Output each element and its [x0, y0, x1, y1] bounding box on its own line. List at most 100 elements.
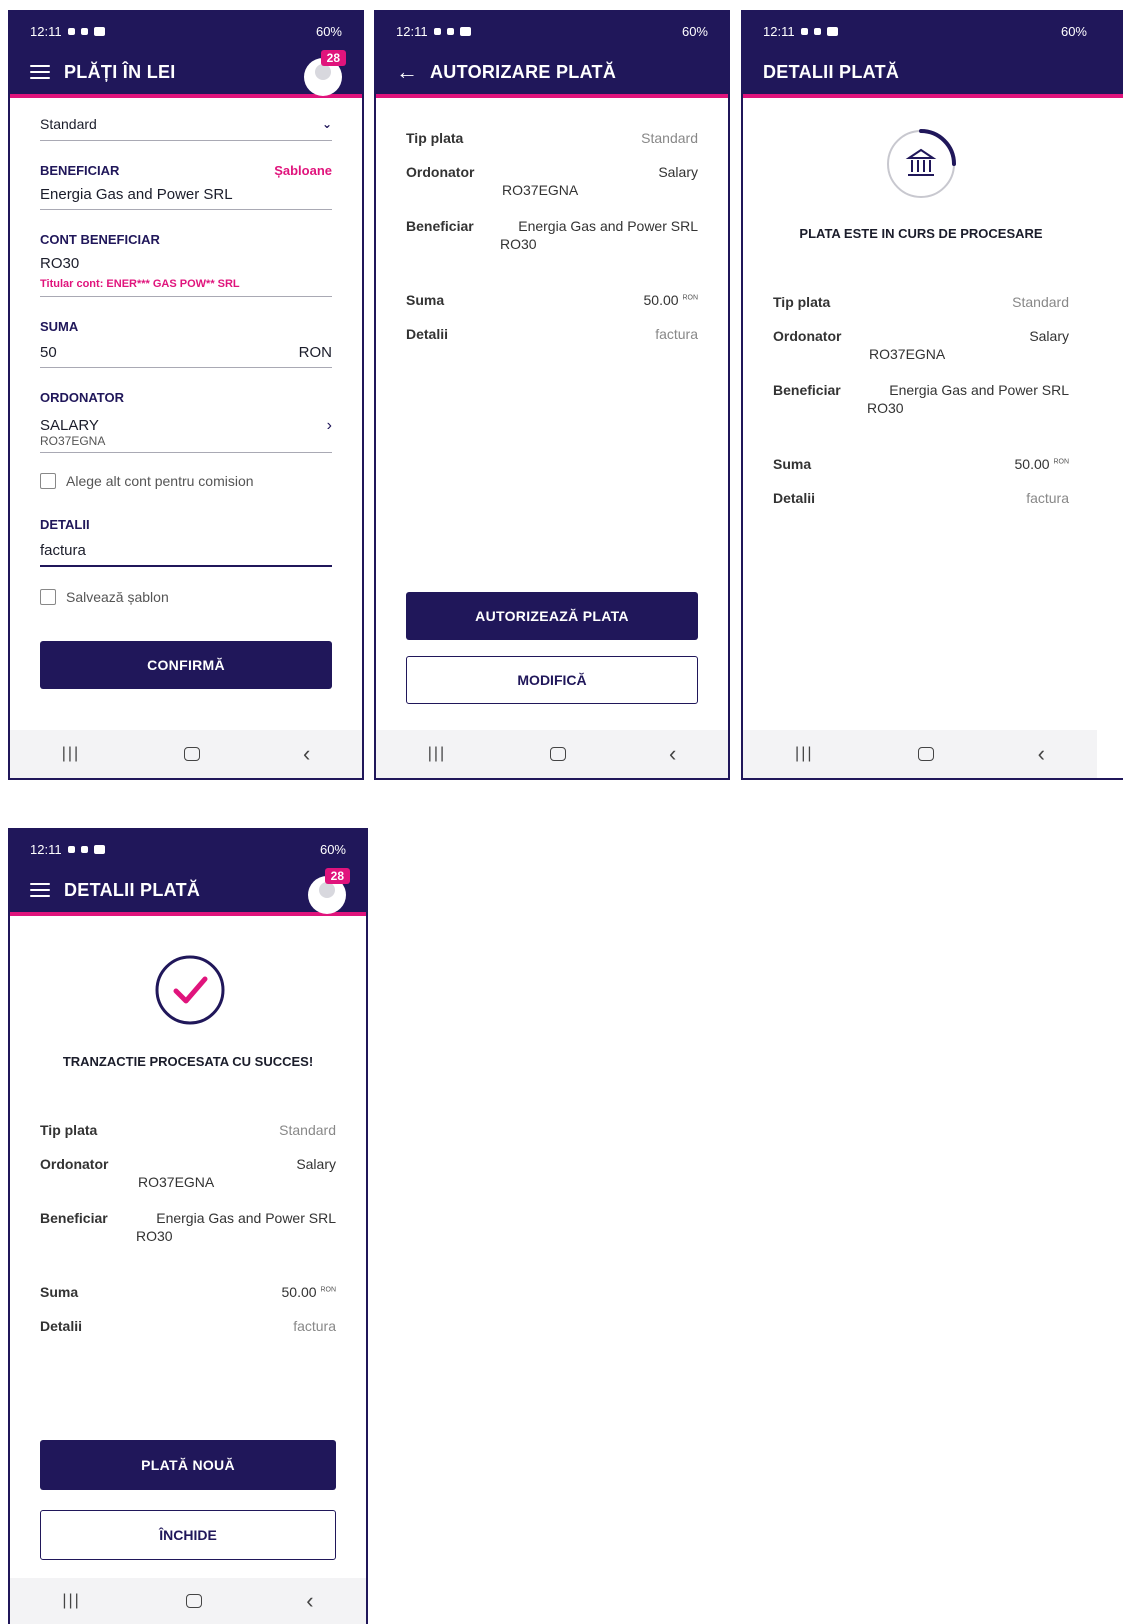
chevron-right-icon: › [326, 416, 332, 434]
detalii-label: Detalii [773, 490, 816, 506]
checkbox-icon [40, 473, 56, 489]
alt-account-label: Alege alt cont pentru comision [66, 473, 254, 489]
notification-badge: 28 [320, 50, 346, 66]
save-template-checkbox[interactable]: Salvează șablon [40, 589, 332, 605]
suma-value-wrap: 50.00 RON [644, 292, 699, 308]
tip-label: Tip plata [40, 1122, 98, 1138]
detalii-label: Detalii [406, 326, 449, 342]
page-title: AUTORIZARE PLATĂ [430, 61, 617, 82]
video-icon [93, 26, 105, 36]
screen-payment-form: 12:11 60% PLĂȚI ÎN LEI 28 Standard ⌄ BEN… [8, 10, 364, 780]
suma-label: SUMA [40, 319, 79, 334]
home-icon[interactable] [185, 1594, 202, 1608]
close-button[interactable]: ÎNCHIDE [40, 1510, 336, 1560]
screen-success: 12:11 60% DETALII PLATĂ 28 TRANZACTIE PR… [8, 828, 368, 1624]
ordonator-label: Ordonator [406, 164, 475, 180]
beneficiar-iban: RO30 [500, 236, 537, 252]
system-nav-bar: ||| ‹ [10, 1578, 366, 1624]
video-icon [826, 26, 838, 36]
home-icon[interactable] [549, 747, 566, 761]
clock: 12:11 [30, 841, 62, 857]
status-bar: 12:11 60% [376, 12, 728, 50]
beneficiar-label: Beneficiar [40, 1210, 108, 1226]
payment-type-select[interactable]: Standard ⌄ [40, 112, 332, 141]
back-nav-icon[interactable]: ‹ [303, 741, 310, 767]
account-holder: Titular cont: ENER*** GAS POW** SRL [40, 278, 240, 290]
ordonator-label: Ordonator [773, 328, 842, 344]
battery-level: 60% [1060, 23, 1087, 39]
ordonator-iban: RO37EGNA [138, 1174, 215, 1190]
tip-value: Standard [641, 130, 698, 146]
beneficiar-value: Energia Gas and Power SRL [156, 1210, 336, 1226]
templates-link[interactable]: Șabloane [274, 163, 332, 178]
system-nav-bar: ||| ‹ [376, 730, 728, 778]
back-nav-icon[interactable]: ‹ [306, 1588, 313, 1614]
payment-summary: Tip plata Standard Ordonator Salary RO37… [40, 1122, 336, 1334]
page-title: DETALII PLATĂ [64, 879, 201, 900]
gallery-icon [446, 27, 454, 35]
back-nav-icon[interactable]: ‹ [669, 741, 676, 767]
authorize-button[interactable]: AUTORIZEAZĂ PLATA [406, 592, 698, 640]
payment-type-value: Standard [40, 116, 97, 132]
notification-icon [800, 27, 808, 35]
modify-button[interactable]: MODIFICĂ [406, 656, 698, 704]
app-bar: ← AUTORIZARE PLATĂ [376, 50, 728, 98]
success-check-icon [154, 954, 226, 1026]
beneficiar-label: Beneficiar [406, 218, 474, 234]
payment-summary: Tip plata Standard Ordonator Salary RO37… [406, 130, 698, 342]
new-payment-button[interactable]: PLATĂ NOUĂ [40, 1440, 336, 1490]
detalii-value: factura [1026, 490, 1069, 506]
recent-apps-icon[interactable]: ||| [62, 745, 80, 763]
back-nav-icon[interactable]: ‹ [1038, 741, 1045, 767]
ordonator-label: Ordonator [40, 1156, 109, 1172]
system-nav-bar: ||| ‹ [10, 730, 362, 778]
app-bar: PLĂȚI ÎN LEI 28 [10, 50, 362, 98]
cont-input[interactable]: RO30 Titular cont: ENER*** GAS POW** SRL [40, 247, 332, 297]
gallery-icon [80, 27, 88, 35]
status-bar: 12:11 60% [743, 12, 1123, 50]
tip-label: Tip plata [406, 130, 464, 146]
detalii-label: DETALII [40, 517, 90, 532]
ordonator-value: Salary [658, 164, 698, 180]
alt-account-checkbox[interactable]: Alege alt cont pentru comision [40, 473, 332, 489]
ordonator-iban: RO37EGNA [40, 434, 106, 448]
confirm-button[interactable]: CONFIRMĂ [40, 641, 332, 689]
back-arrow-icon[interactable]: ← [396, 61, 418, 83]
menu-icon[interactable] [30, 883, 50, 897]
app-bar: DETALII PLATĂ [743, 50, 1123, 98]
suma-value: 50.00 [643, 292, 679, 308]
suma-input[interactable]: 50 RON [40, 334, 332, 368]
ordonator-select[interactable]: SALARY RO37EGNA › [40, 405, 332, 453]
battery-level: 60% [315, 23, 342, 39]
gallery-icon [80, 845, 88, 853]
suma-currency: RON [320, 1286, 336, 1294]
suma-value: 50.00 [1014, 456, 1050, 472]
beneficiar-iban: RO30 [867, 400, 904, 416]
recent-apps-icon[interactable]: ||| [795, 745, 813, 763]
detalii-input[interactable]: factura [40, 532, 332, 567]
suma-label: Suma [773, 456, 812, 472]
payment-form: Standard ⌄ BENEFICIAR Șabloane Energia G… [40, 112, 332, 689]
beneficiar-input[interactable]: Energia Gas and Power SRL [40, 178, 332, 210]
app-bar: DETALII PLATĂ 28 [10, 868, 366, 916]
home-icon[interactable] [183, 747, 200, 761]
screen-processing: 12:11 60% DETALII PLATĂ PLATA ESTE IN CU… [741, 10, 1123, 780]
cont-label: CONT BENEFICIAR [40, 232, 160, 247]
clock: 12:11 [763, 23, 795, 39]
home-icon[interactable] [917, 747, 934, 761]
menu-icon[interactable] [30, 65, 50, 79]
beneficiar-value: Energia Gas and Power SRL [889, 382, 1069, 398]
notification-icon [433, 27, 441, 35]
ordonator-iban: RO37EGNA [869, 346, 946, 362]
recent-apps-icon[interactable]: ||| [62, 1592, 80, 1610]
beneficiar-label: BENEFICIAR [40, 163, 120, 178]
detalii-value: factura [655, 326, 698, 342]
page-title: DETALII PLATĂ [763, 61, 900, 82]
tip-value: Standard [279, 1122, 336, 1138]
ordonator-iban: RO37EGNA [502, 182, 579, 198]
ordonator-name: SALARY [40, 417, 99, 434]
page-title: PLĂȚI ÎN LEI [64, 61, 176, 82]
system-nav-bar: ||| ‹ [743, 730, 1097, 778]
recent-apps-icon[interactable]: ||| [428, 745, 446, 763]
currency: RON [298, 344, 332, 361]
